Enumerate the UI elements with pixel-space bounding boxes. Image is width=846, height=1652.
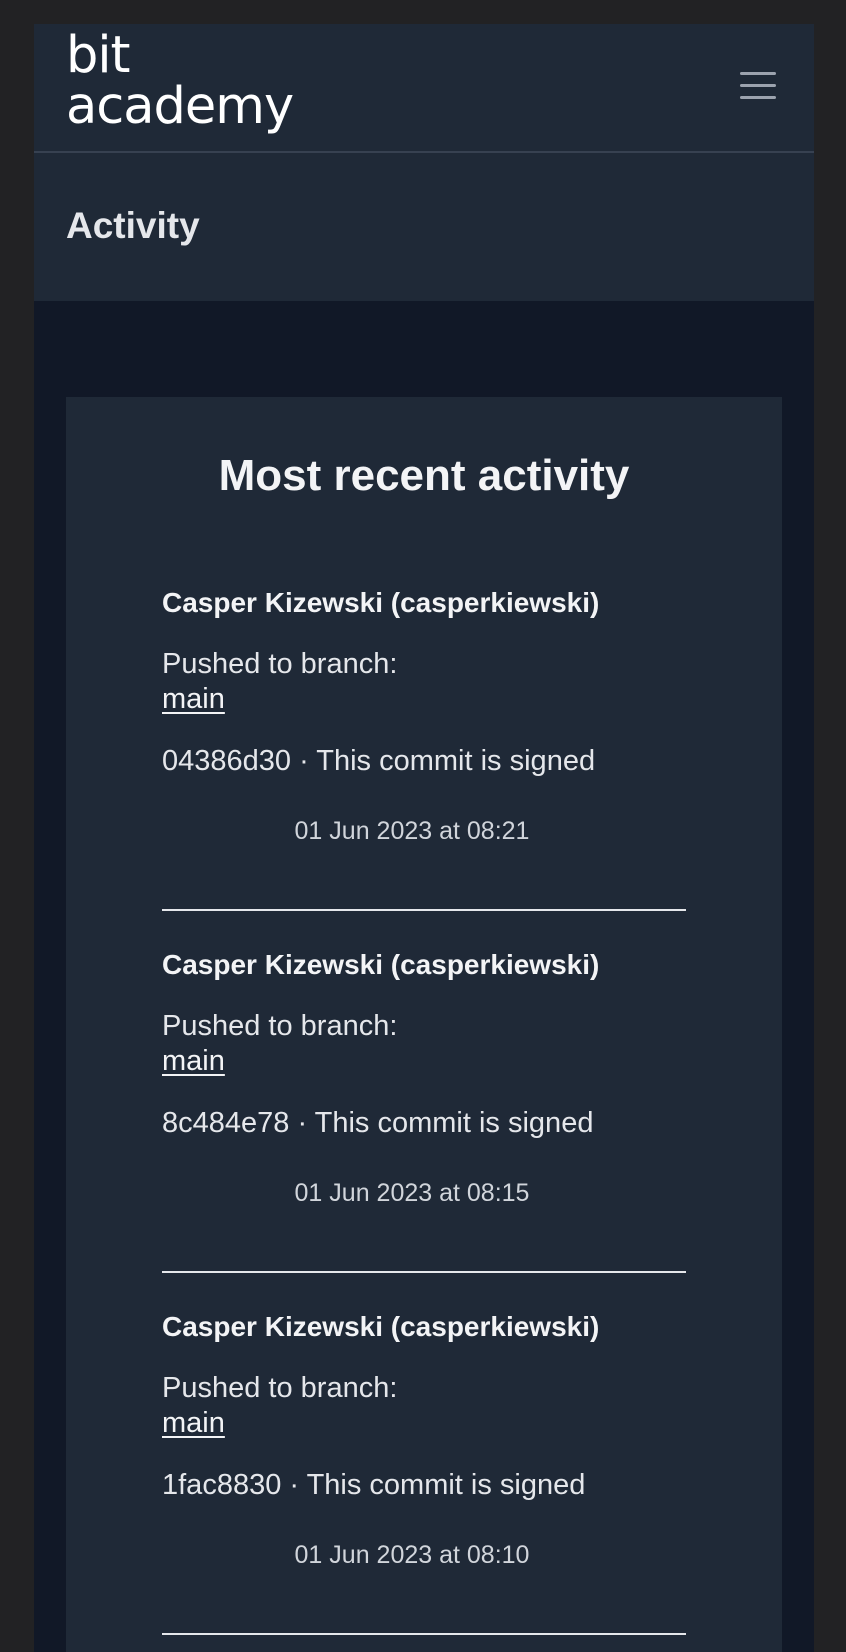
branch-link[interactable]: main	[162, 681, 225, 717]
activity-card-title: Most recent activity	[218, 451, 630, 500]
activity-user: Casper Kizewski (casperkiewski)	[162, 1311, 600, 1342]
logo-line-2: academy	[66, 77, 294, 136]
activity-item: Casper Kizewski (casperkiewski) Pushed t…	[162, 911, 686, 1273]
app-frame: bit academy Activity Most recent activit…	[34, 24, 814, 1652]
top-navbar: bit academy	[34, 24, 814, 153]
page-title: Activity	[66, 205, 200, 246]
activity-timestamp: 01 Jun 2023 at 08:21	[294, 817, 530, 845]
hamburger-menu-icon[interactable]	[740, 72, 776, 102]
activity-card: Most recent activity Casper Kizewski (ca…	[66, 397, 782, 1652]
logo-line-1: bit	[66, 26, 131, 85]
activity-action: Pushed to branch:	[162, 1372, 398, 1404]
commit-info: 1fac8830 · This commit is signed	[162, 1469, 586, 1501]
activity-timestamp: 01 Jun 2023 at 08:15	[294, 1179, 530, 1207]
branch-link[interactable]: main	[162, 1043, 225, 1079]
commit-info: 04386d30 · This commit is signed	[162, 745, 596, 777]
activity-item: Casper Kizewski (casperkiewski) Pushed t…	[162, 1273, 686, 1635]
commit-info: 8c484e78 · This commit is signed	[162, 1107, 594, 1139]
activity-item: Casper Kizewski (casperkiewski) Pushed t…	[162, 549, 686, 911]
page-header: Activity	[34, 153, 814, 301]
activity-list: Casper Kizewski (casperkiewski) Pushed t…	[162, 549, 686, 1635]
activity-user: Casper Kizewski (casperkiewski)	[162, 587, 600, 618]
activity-timestamp: 01 Jun 2023 at 08:10	[294, 1541, 530, 1569]
bit-academy-logo[interactable]: bit academy	[66, 26, 294, 136]
activity-action: Pushed to branch:	[162, 648, 398, 680]
branch-link[interactable]: main	[162, 1405, 225, 1441]
activity-user: Casper Kizewski (casperkiewski)	[162, 949, 600, 980]
activity-action: Pushed to branch:	[162, 1010, 398, 1042]
